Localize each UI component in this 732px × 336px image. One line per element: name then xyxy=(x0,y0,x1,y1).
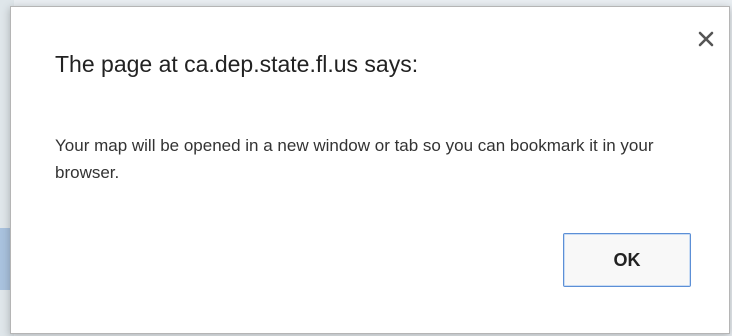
dialog-title: The page at ca.dep.state.fl.us says: xyxy=(55,51,419,77)
alert-dialog: The page at ca.dep.state.fl.us says: You… xyxy=(10,6,730,334)
ok-button[interactable]: OK xyxy=(563,233,691,287)
close-icon-glyph xyxy=(698,31,714,47)
dialog-message: Your map will be opened in a new window … xyxy=(55,136,654,182)
close-icon[interactable] xyxy=(694,27,718,51)
